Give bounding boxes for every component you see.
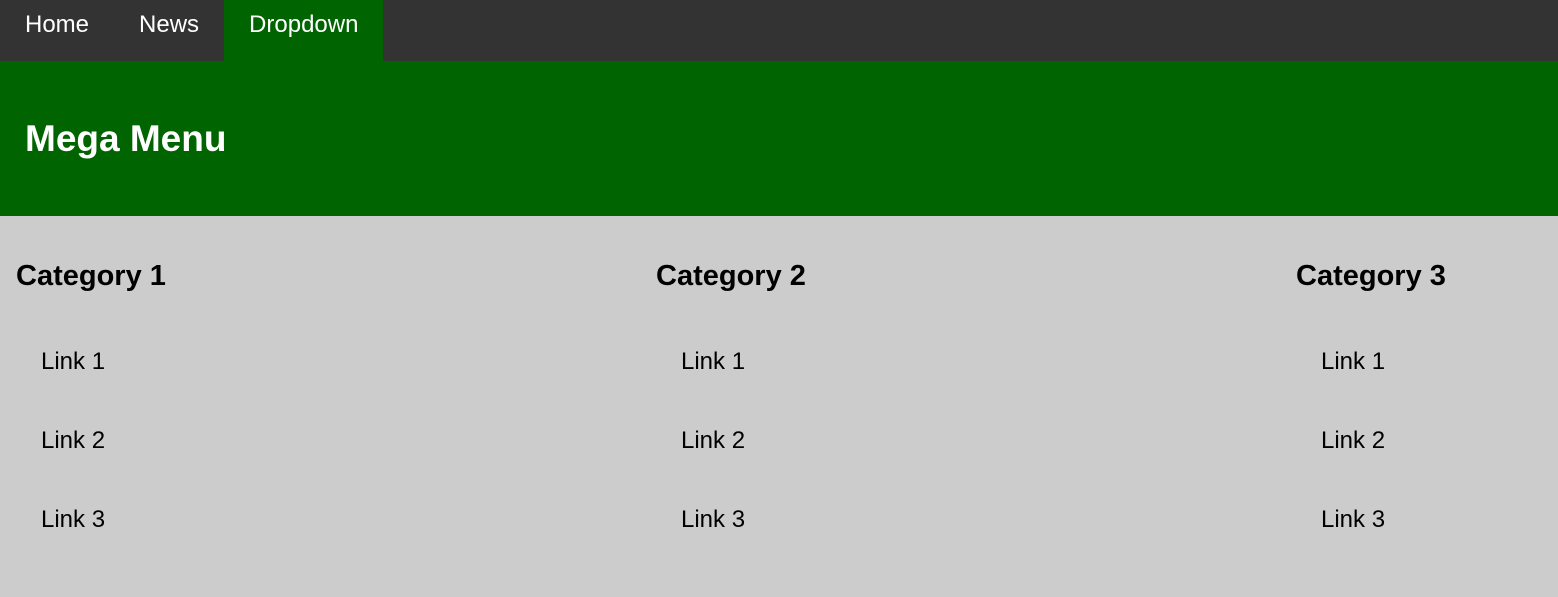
category-link[interactable]: Link 1 — [681, 348, 745, 376]
category-link[interactable]: Link 1 — [1321, 348, 1385, 376]
nav-item-news[interactable]: News — [114, 0, 224, 61]
category-link[interactable]: Link 2 — [41, 427, 105, 455]
category-title: Category 3 — [1296, 260, 1446, 292]
category-link[interactable]: Link 3 — [41, 506, 105, 534]
mega-menu-content: Category 1 Link 1 Link 2 Link 3 Category… — [0, 216, 1558, 597]
category-title: Category 1 — [16, 260, 166, 292]
mega-menu-header: Mega Menu — [0, 61, 1558, 216]
category-link[interactable]: Link 2 — [1321, 427, 1385, 455]
category-link[interactable]: Link 3 — [681, 506, 745, 534]
category-link[interactable]: Link 2 — [681, 427, 745, 455]
mega-menu-title: Mega Menu — [25, 117, 227, 159]
category-link[interactable]: Link 1 — [41, 348, 105, 376]
nav-item-home[interactable]: Home — [0, 0, 114, 61]
category-title: Category 2 — [656, 260, 806, 292]
category-link[interactable]: Link 3 — [1321, 506, 1385, 534]
nav-item-dropdown[interactable]: Dropdown — [224, 0, 384, 61]
top-navbar: Home News Dropdown — [0, 0, 1558, 61]
